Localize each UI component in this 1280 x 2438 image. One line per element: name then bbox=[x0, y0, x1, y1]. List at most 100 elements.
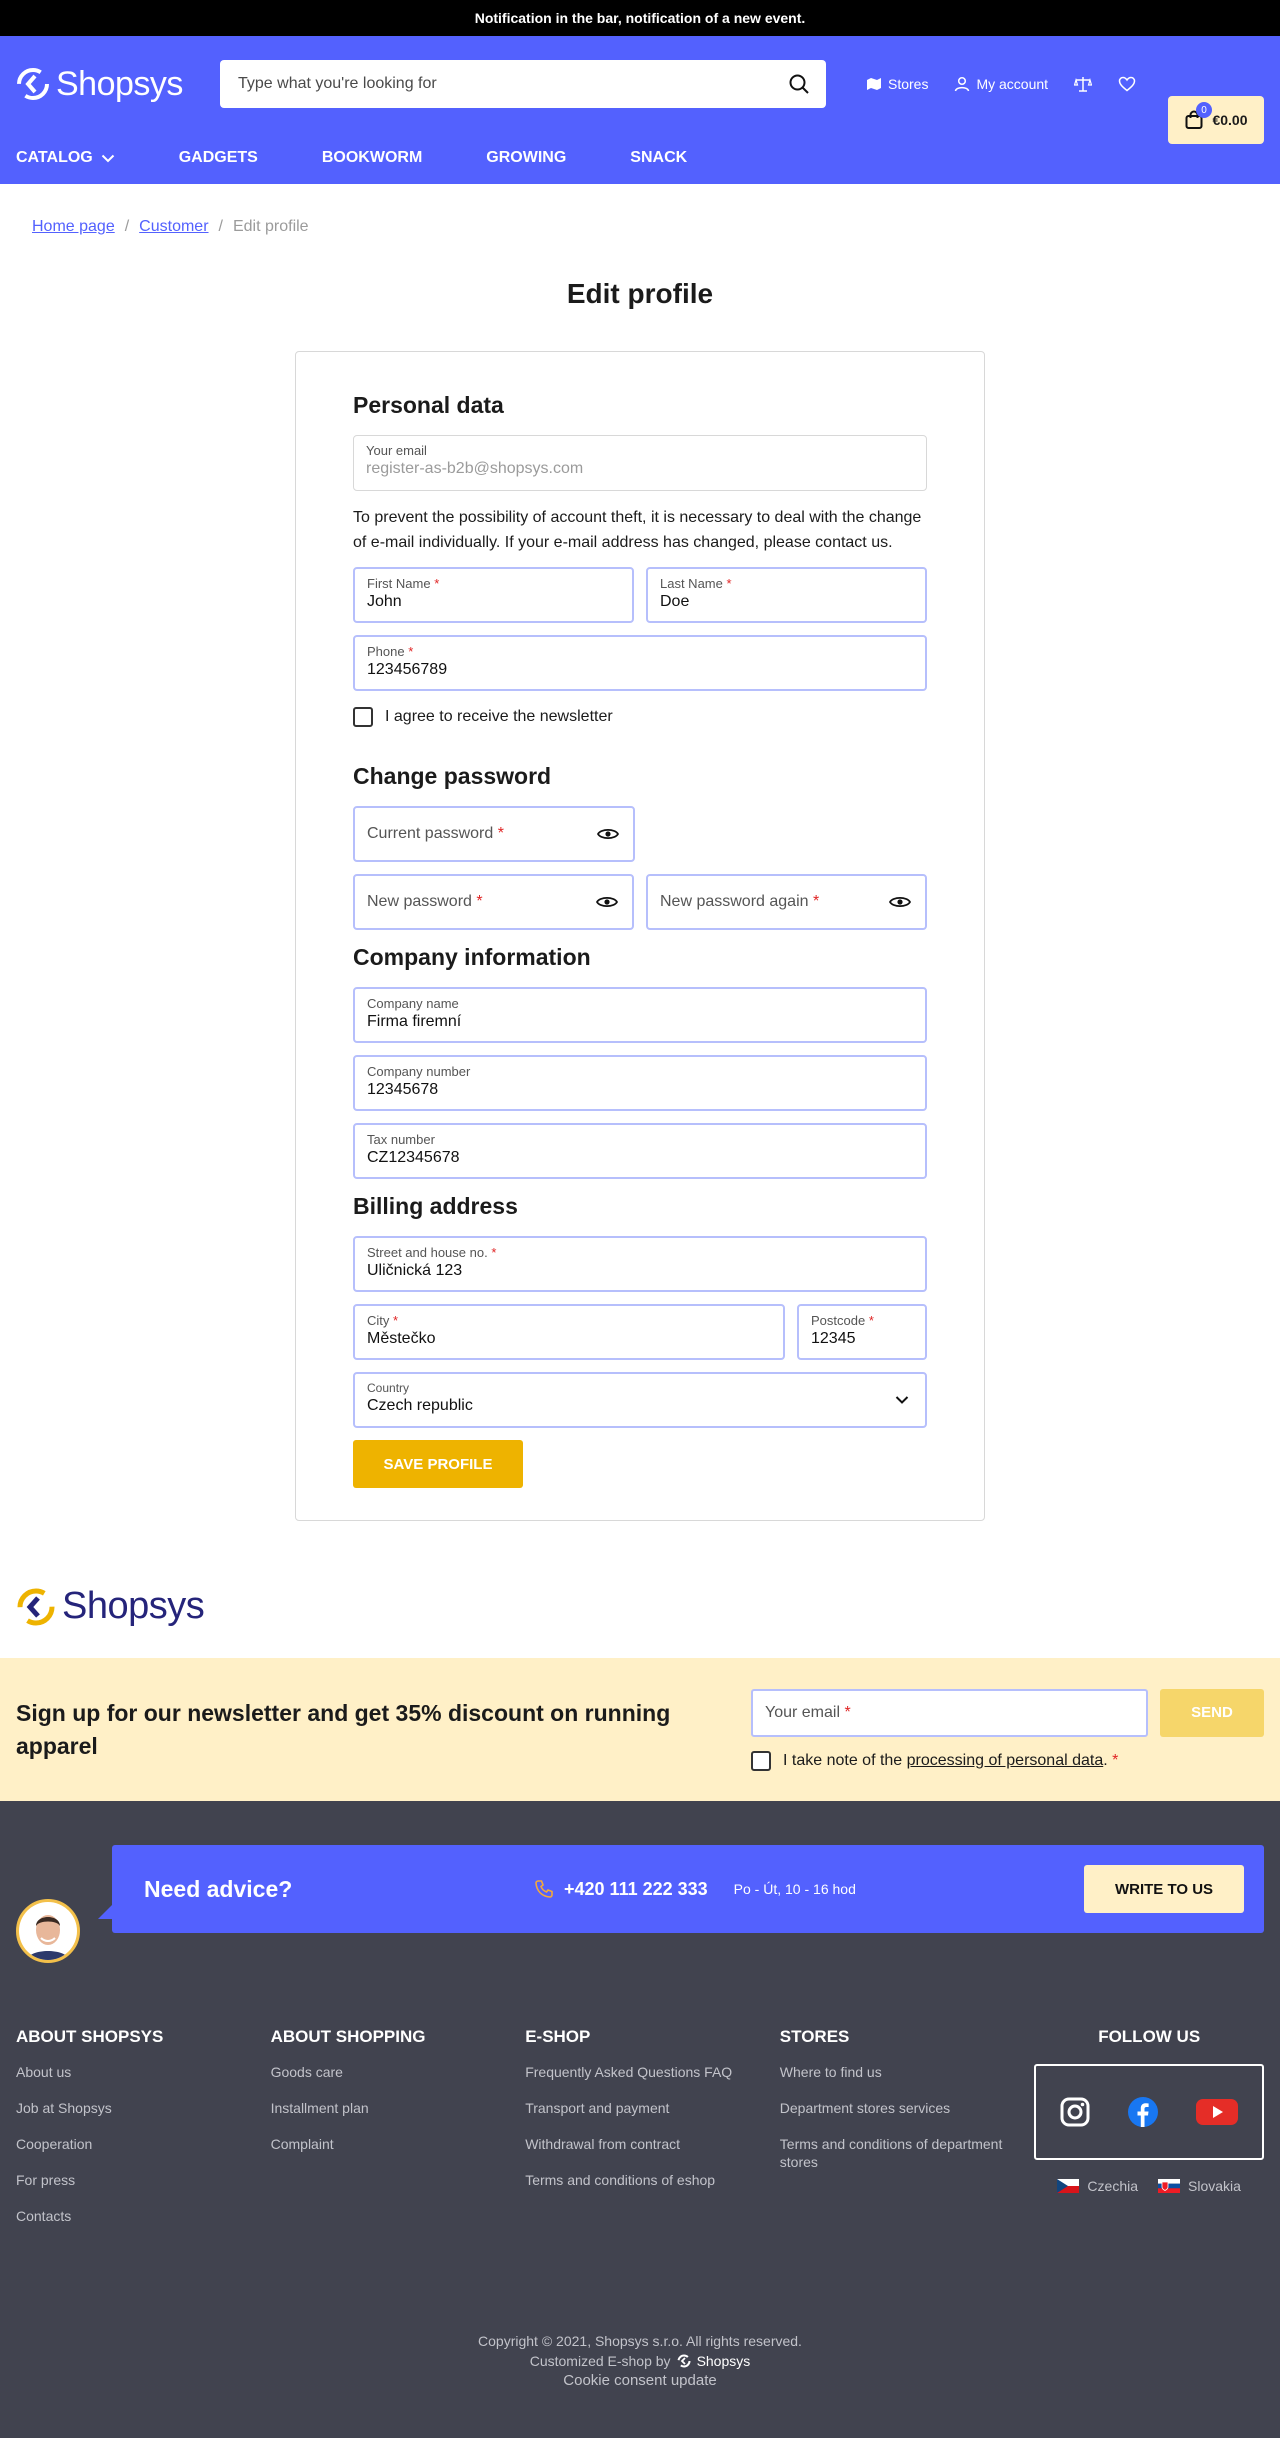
save-profile-button[interactable]: Save profile bbox=[353, 1440, 523, 1488]
map-icon bbox=[867, 78, 881, 90]
newsletter-consent-checkbox[interactable] bbox=[751, 1750, 771, 1771]
lang-label: Czechia bbox=[1087, 2178, 1139, 2194]
footer-link[interactable]: Installment plan bbox=[271, 2099, 526, 2117]
footer-link[interactable]: Department stores services bbox=[780, 2099, 1035, 2117]
footer-link[interactable]: Frequently Asked Questions FAQ bbox=[525, 2063, 780, 2081]
street-field[interactable]: Street and house no. * Uličnická 123 bbox=[353, 1236, 927, 1292]
new-password-field[interactable]: New password * bbox=[353, 874, 634, 930]
advice-bubble-tail bbox=[98, 1905, 112, 1919]
nav-label: Bookworm bbox=[321, 149, 423, 166]
advice-phone[interactable]: +420 111 222 333 Po - Út, 10 - 16 hod bbox=[534, 1879, 856, 1900]
footer-col-title: E-shop bbox=[525, 2027, 591, 2046]
footer-link[interactable]: Job at Shopsys bbox=[16, 2099, 271, 2117]
search-box[interactable] bbox=[220, 60, 826, 108]
cart-button[interactable]: 0 €0.00 bbox=[1168, 96, 1264, 144]
cart-total: €0.00 bbox=[1212, 112, 1248, 128]
breadcrumb-customer[interactable]: Customer bbox=[139, 218, 208, 236]
postcode-field[interactable]: Postcode * 12345 bbox=[797, 1304, 927, 1360]
write-to-us-button[interactable]: WRITE TO US bbox=[1084, 1865, 1244, 1913]
last-name-label: Last Name bbox=[660, 576, 723, 591]
search-icon[interactable] bbox=[788, 73, 810, 95]
required-mark: * bbox=[434, 576, 440, 591]
required-mark: * bbox=[1112, 1751, 1119, 1769]
logo-text: Shopsys bbox=[56, 64, 183, 103]
footer-link[interactable]: Where to find us bbox=[780, 2063, 1035, 2081]
stores-label: Stores bbox=[888, 76, 929, 92]
nav-item-gadgets[interactable]: Gadgets bbox=[179, 149, 258, 167]
footer-link[interactable]: Complaint bbox=[271, 2135, 526, 2153]
required-mark: * bbox=[868, 1313, 874, 1328]
lang-czechia[interactable]: Czechia bbox=[1057, 2178, 1138, 2194]
account-link[interactable]: My account bbox=[954, 76, 1048, 92]
scales-icon[interactable] bbox=[1074, 76, 1093, 92]
nav-item-catalog[interactable]: Catalog bbox=[16, 149, 115, 167]
youtube-icon[interactable] bbox=[1195, 2096, 1239, 2128]
nav-item-snack[interactable]: Snack bbox=[630, 149, 687, 167]
shopsys-logo-icon bbox=[17, 68, 49, 100]
newsletter-send-button[interactable]: SEND bbox=[1160, 1688, 1264, 1737]
account-label: My account bbox=[976, 76, 1049, 92]
footer-link[interactable]: Contacts bbox=[16, 2207, 271, 2225]
follow-us: Follow us Czechia Slovakia bbox=[1034, 2027, 1264, 2243]
customized-by-text: Customized E-shop by bbox=[529, 2353, 671, 2369]
instagram-icon[interactable] bbox=[1059, 2096, 1091, 2128]
search-input[interactable] bbox=[238, 75, 788, 93]
nav-item-growing[interactable]: Growing bbox=[486, 149, 566, 167]
logo[interactable]: Shopsys bbox=[16, 65, 204, 104]
heart-icon[interactable] bbox=[1118, 76, 1136, 92]
footer-link[interactable]: Terms and conditions of department store… bbox=[780, 2135, 1035, 2171]
email-change-note: To prevent the possibility of account th… bbox=[353, 509, 922, 551]
nav-label: Gadgets bbox=[178, 149, 258, 166]
newsletter-checkbox[interactable] bbox=[353, 707, 373, 727]
stores-link[interactable]: Stores bbox=[866, 76, 928, 92]
company-name-label: Company name bbox=[367, 996, 459, 1011]
newsletter-email-input[interactable]: Your email * bbox=[751, 1688, 1148, 1737]
breadcrumb-separator: / bbox=[124, 218, 130, 235]
page-title: Edit profile bbox=[566, 278, 714, 309]
footer-link[interactable]: Cooperation bbox=[16, 2135, 271, 2153]
eye-icon[interactable] bbox=[596, 895, 618, 909]
last-name-field[interactable]: Last Name * Doe bbox=[646, 567, 927, 623]
nav-item-bookworm[interactable]: Bookworm bbox=[322, 149, 422, 167]
footer-link[interactable]: Terms and conditions of eshop bbox=[525, 2171, 780, 2189]
footer-link[interactable]: Withdrawal from contract bbox=[525, 2135, 780, 2153]
newsletter-text: Sign up for our newsletter and get 35% d… bbox=[16, 1699, 671, 1759]
privacy-link[interactable]: processing of personal data bbox=[907, 1752, 1104, 1769]
eye-icon[interactable] bbox=[889, 895, 911, 909]
company-number-field[interactable]: Company number 12345678 bbox=[353, 1055, 927, 1111]
footer-link[interactable]: Goods care bbox=[271, 2063, 526, 2081]
new-password-label: New password bbox=[367, 893, 472, 910]
customized-brand[interactable]: Shopsys bbox=[697, 2351, 751, 2371]
footer-link[interactable]: For press bbox=[16, 2171, 271, 2189]
avatar bbox=[16, 1899, 80, 1963]
compare-link[interactable] bbox=[1074, 76, 1093, 92]
current-password-field[interactable]: Current password * bbox=[353, 806, 635, 862]
phone-label: Phone bbox=[367, 644, 405, 659]
company-name-value: Firma firemní bbox=[367, 1013, 462, 1030]
new-password-again-label: New password again bbox=[660, 893, 809, 910]
phone-field[interactable]: Phone * 123456789 bbox=[353, 635, 927, 691]
footer-col-stores: Stores Where to find us Department store… bbox=[780, 2027, 1035, 2243]
footer-link[interactable]: Transport and payment bbox=[525, 2099, 780, 2117]
email-value: register-as-b2b@shopsys.com bbox=[366, 460, 584, 477]
new-password-again-field[interactable]: New password again * bbox=[646, 874, 927, 930]
tax-number-field[interactable]: Tax number CZ12345678 bbox=[353, 1123, 927, 1179]
first-name-field[interactable]: First Name * John bbox=[353, 567, 634, 623]
advice-hours: Po - Út, 10 - 16 hod bbox=[733, 1881, 856, 1897]
footer-col-eshop: E-shop Frequently Asked Questions FAQ Tr… bbox=[525, 2027, 780, 2243]
support-person-avatar bbox=[19, 1902, 77, 1960]
city-label: City bbox=[367, 1313, 390, 1328]
footer-logo-text: Shopsys bbox=[62, 1585, 205, 1627]
country-select[interactable]: Country Czech republic bbox=[353, 1372, 927, 1428]
eye-icon[interactable] bbox=[597, 827, 619, 841]
company-name-field[interactable]: Company name Firma firemní bbox=[353, 987, 927, 1043]
wishlist-link[interactable] bbox=[1118, 76, 1136, 92]
company-info-title: Company information bbox=[353, 944, 591, 970]
cookie-consent-link[interactable]: Cookie consent update bbox=[0, 2371, 1280, 2391]
lang-slovakia[interactable]: Slovakia bbox=[1158, 2178, 1241, 2194]
facebook-icon[interactable] bbox=[1127, 2096, 1159, 2128]
footer-logo[interactable]: Shopsys bbox=[0, 1521, 1280, 1628]
city-field[interactable]: City * Městečko bbox=[353, 1304, 785, 1360]
footer-link[interactable]: About us bbox=[16, 2063, 271, 2081]
breadcrumb-home[interactable]: Home page bbox=[32, 218, 115, 236]
